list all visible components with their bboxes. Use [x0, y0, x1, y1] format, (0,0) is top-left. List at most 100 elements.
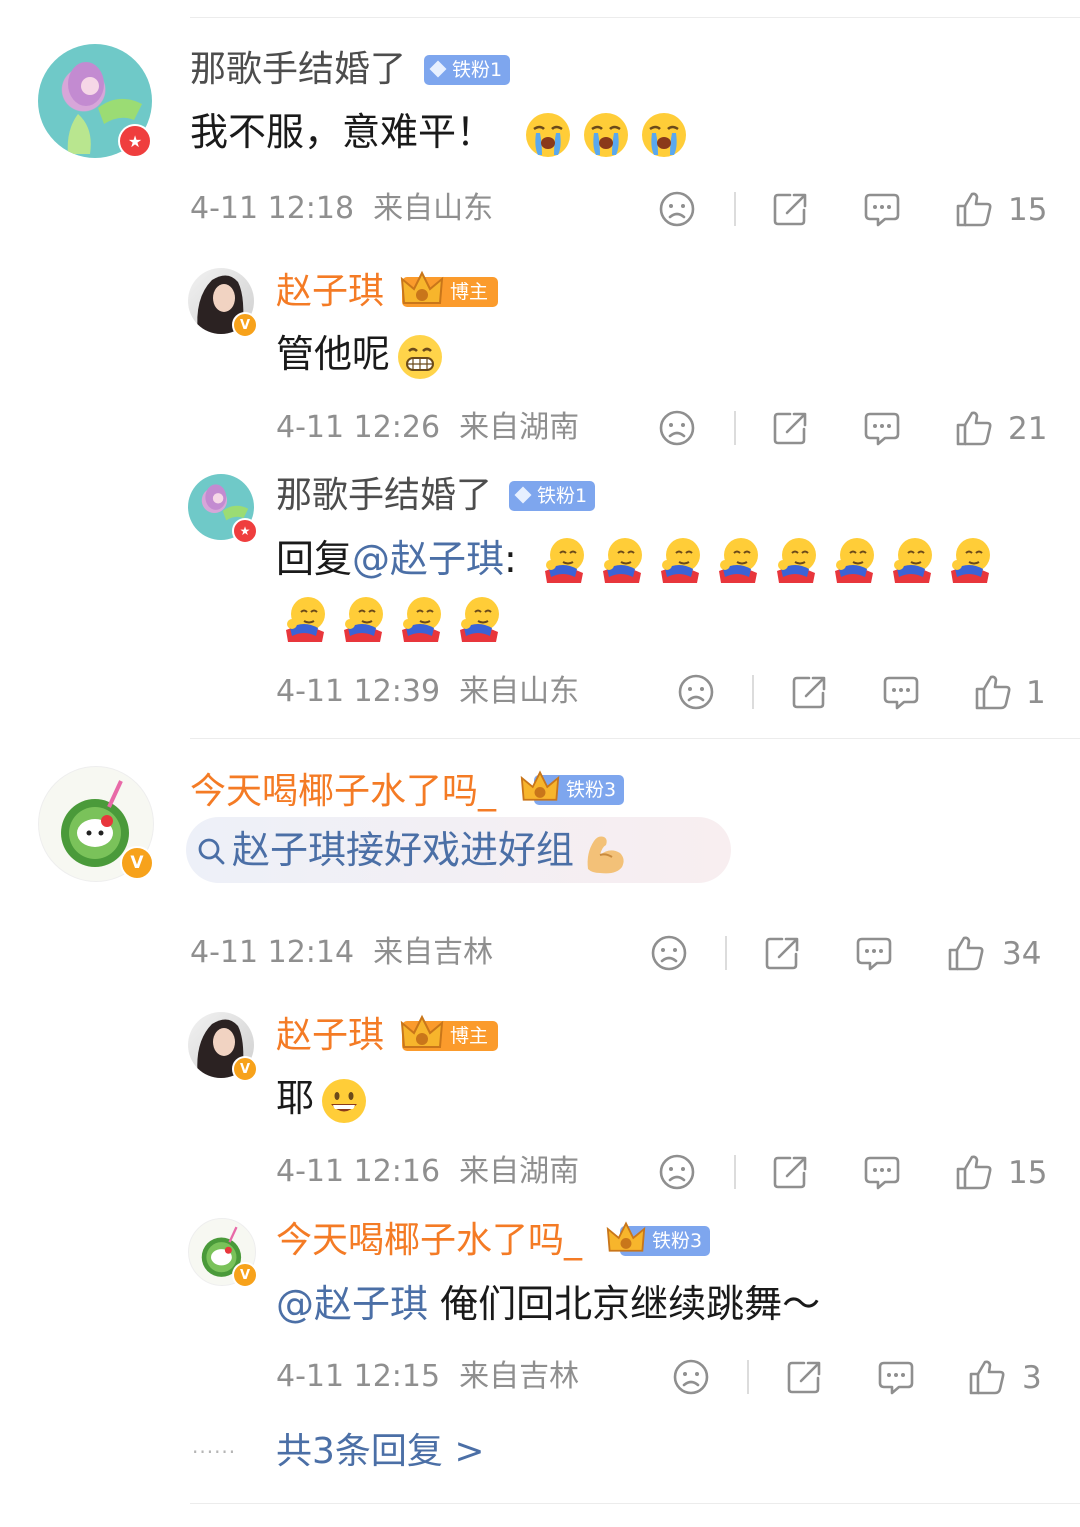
- hug-emoji-row: [539, 535, 1003, 583]
- reply-location: 来自山东: [459, 674, 580, 709]
- reply-prefix: 回复: [276, 537, 353, 581]
- more-dots: ······: [192, 1440, 237, 1464]
- action-separator: [725, 936, 727, 970]
- reply-username[interactable]: 今天喝椰子水了吗_: [276, 1219, 582, 1263]
- dislike-face-icon[interactable]: [649, 933, 689, 973]
- like-count: 3: [1022, 1360, 1042, 1396]
- thumbs-up-icon[interactable]: [967, 1357, 1007, 1397]
- comment-icon[interactable]: [876, 1357, 916, 1397]
- comment-meta: 4-11 12:18 来自山东: [190, 191, 493, 227]
- reply-text-body: 耶: [276, 1076, 315, 1120]
- hugging-emoji-icon: [713, 535, 761, 583]
- hugging-emoji-icon: [454, 594, 502, 642]
- hugging-emoji-icon: [280, 594, 328, 642]
- search-topic-text: 赵子琪接好戏进好组: [232, 828, 575, 872]
- comment-location: 来自山东: [373, 191, 494, 226]
- comment-username[interactable]: 那歌手结婚了: [190, 48, 406, 92]
- verified-red-badge-icon: ★: [232, 518, 258, 544]
- comment-time: 4-11 12:14: [190, 935, 355, 970]
- reply-text: @赵子琪 俺们回北京继续跳舞～: [276, 1280, 820, 1328]
- diamond-icon: [429, 60, 447, 78]
- share-icon[interactable]: [770, 1152, 810, 1192]
- dislike-face-icon[interactable]: [676, 672, 716, 712]
- blogger-badge[interactable]: 博主: [400, 270, 499, 307]
- share-icon[interactable]: [770, 408, 810, 448]
- reply-location: 来自吉林: [459, 1359, 580, 1394]
- dislike-face-icon[interactable]: [657, 189, 697, 229]
- crying-emoji-icon: [524, 111, 572, 159]
- comment-time: 4-11 12:18: [190, 191, 355, 226]
- comment-location: 来自吉林: [373, 935, 494, 970]
- comment-username[interactable]: 今天喝椰子水了吗_: [190, 770, 496, 814]
- reply-username[interactable]: 那歌手结婚了: [276, 474, 492, 518]
- like-count: 21: [1008, 411, 1048, 447]
- smiling-emoji-icon: [320, 1077, 368, 1125]
- hugging-emoji-icon: [597, 535, 645, 583]
- mention-link[interactable]: @赵子琪: [352, 537, 504, 581]
- blogger-badge[interactable]: 博主: [400, 1014, 499, 1051]
- reply-time: 4-11 12:15: [276, 1359, 441, 1394]
- hugging-emoji-icon: [829, 535, 877, 583]
- fan-badge[interactable]: 铁粉3: [606, 1221, 711, 1256]
- search-topic[interactable]: 赵子琪接好戏进好组: [232, 826, 638, 877]
- verified-red-badge-icon: ★: [118, 124, 152, 158]
- comment-icon[interactable]: [862, 408, 902, 448]
- fan-badge[interactable]: 铁粉3: [520, 770, 625, 805]
- reply-time: 4-11 12:39: [276, 674, 441, 709]
- like-count: 1: [1026, 675, 1046, 711]
- flexed-biceps-emoji-icon: [580, 829, 628, 877]
- verified-v-badge-icon: V: [120, 846, 154, 880]
- blogger-badge-label: 博主: [450, 281, 489, 303]
- dislike-face-icon[interactable]: [671, 1357, 711, 1397]
- mention-link[interactable]: @赵子琪: [276, 1282, 428, 1326]
- fan-badge[interactable]: 铁粉1: [509, 481, 596, 511]
- like-count: 34: [1002, 936, 1042, 972]
- share-icon[interactable]: [789, 672, 829, 712]
- share-icon[interactable]: [784, 1357, 824, 1397]
- reply-meta: 4-11 12:15 来自吉林: [276, 1359, 579, 1395]
- reply-username[interactable]: 赵子琪: [276, 1014, 384, 1058]
- thumbs-up-icon[interactable]: [954, 408, 994, 448]
- thumbs-up-icon[interactable]: [973, 672, 1013, 712]
- comment-icon[interactable]: [862, 189, 902, 229]
- hugging-emoji-icon: [887, 535, 935, 583]
- reply-text: 回复@赵子琪:: [276, 535, 517, 583]
- reply-username[interactable]: 赵子琪: [276, 270, 384, 314]
- reply-location: 来自湖南: [459, 1154, 580, 1189]
- like-count: 15: [1008, 192, 1048, 228]
- hugging-emoji-icon: [338, 594, 386, 642]
- dislike-face-icon[interactable]: [657, 408, 697, 448]
- dislike-face-icon[interactable]: [657, 1152, 697, 1192]
- more-replies-link[interactable]: 共3条回复 >: [276, 1430, 485, 1474]
- comment-icon[interactable]: [881, 672, 921, 712]
- thumbs-up-icon[interactable]: [954, 189, 994, 229]
- grinning-emoji-icon: [396, 333, 444, 381]
- comment-text: 我不服，意难平！: [190, 108, 698, 159]
- crying-emoji-icon: [582, 111, 630, 159]
- hugging-emoji-icon: [945, 535, 993, 583]
- share-icon[interactable]: [770, 189, 810, 229]
- reply-text: 管他呢: [276, 330, 454, 381]
- hug-emoji-row: [280, 594, 512, 642]
- action-separator: [747, 1360, 749, 1394]
- fan-badge-label: 铁粉1: [537, 485, 588, 507]
- comment-text-body: 我不服，意难平！: [190, 110, 495, 154]
- reply-meta: 4-11 12:39 来自山东: [276, 674, 579, 710]
- share-icon[interactable]: [762, 933, 802, 973]
- verified-v-badge-icon: V: [232, 1056, 258, 1082]
- fan-badge-label: 铁粉3: [566, 779, 617, 801]
- crown-icon: [400, 270, 444, 304]
- reply-location: 来自湖南: [459, 410, 580, 445]
- comment-divider: [190, 738, 1080, 739]
- thumbs-up-icon[interactable]: [946, 933, 986, 973]
- search-icon: [198, 838, 225, 865]
- comment-icon[interactable]: [854, 933, 894, 973]
- thumbs-up-icon[interactable]: [954, 1152, 994, 1192]
- hugging-emoji-icon: [539, 535, 587, 583]
- comment-icon[interactable]: [862, 1152, 902, 1192]
- reply-text-body: 管他呢: [276, 332, 391, 376]
- fan-badge[interactable]: 铁粉1: [424, 55, 511, 85]
- hugging-emoji-icon: [396, 594, 444, 642]
- reply-text: 耶: [276, 1074, 378, 1125]
- like-count: 15: [1008, 1155, 1048, 1191]
